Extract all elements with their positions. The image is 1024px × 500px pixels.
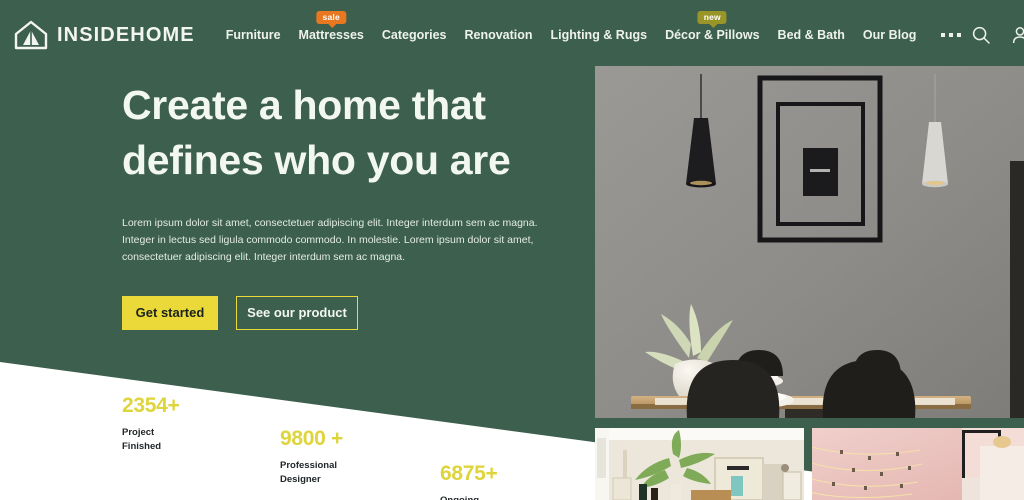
ellipsis-icon[interactable] [931, 27, 971, 43]
nav-item-label: Furniture [225, 28, 281, 42]
nav-item-mattresses[interactable]: sale Mattresses [290, 11, 373, 48]
stat-number: 2354+ [122, 394, 180, 417]
stat-number: 9800 + [280, 427, 344, 450]
nav-item-bed-bath[interactable]: Bed & Bath [769, 22, 854, 48]
house-logo-icon [14, 20, 48, 50]
brand-logo[interactable]: INSIDEHOME [14, 20, 195, 50]
nav-item-our-blog[interactable]: Our Blog [854, 22, 925, 48]
nav-item-label: Categories [381, 28, 447, 42]
stat-item: 2354+ Project Finished [122, 394, 180, 454]
stat-number: 6875+ [440, 462, 498, 485]
main-navigation: Furniture sale Mattresses Categories Ren… [217, 11, 972, 48]
sale-badge-label: sale [322, 12, 340, 22]
nav-item-lighting-rugs[interactable]: Lighting & Rugs [542, 22, 657, 48]
nav-item-categories[interactable]: Categories [373, 22, 456, 48]
nav-item-label: Bed & Bath [777, 28, 845, 42]
stats-section: 2354+ Project Finished 9800 + Profession… [0, 0, 600, 500]
nav-item-furniture[interactable]: Furniture [217, 22, 290, 48]
user-account-icon[interactable] [1010, 25, 1024, 45]
stat-label: Ongoing [440, 494, 497, 500]
brand-name: INSIDEHOME [57, 24, 195, 46]
thumbnail-image-right [812, 428, 1024, 500]
thumbnail-image-left [595, 428, 804, 500]
nav-item-decor-pillows[interactable]: new Décor & Pillows [656, 11, 768, 48]
new-badge: new [697, 11, 727, 28]
nav-item-label: Mattresses [298, 28, 364, 42]
nav-item-label: Our Blog [862, 28, 917, 42]
stat-label: Professional Designer [280, 460, 338, 485]
nav-item-label: Lighting & Rugs [550, 28, 648, 42]
new-badge-label: new [703, 12, 721, 22]
nav-item-label: Décor & Pillows [665, 28, 760, 42]
sale-badge: sale [316, 11, 346, 28]
nav-item-renovation[interactable]: Renovation [455, 22, 541, 48]
header-icon-group [971, 25, 1024, 45]
stat-label: Project Finished [122, 427, 162, 452]
stat-item: 9800 + Professional Designer [280, 427, 343, 487]
site-header: INSIDEHOME Furniture sale Mattresses Cat… [0, 0, 1024, 70]
search-icon[interactable] [971, 25, 991, 45]
nav-item-label: Renovation [464, 28, 533, 42]
stat-item: 6875+ Ongoing [440, 462, 498, 500]
hero-image [595, 66, 1024, 418]
page-root: INSIDEHOME Furniture sale Mattresses Cat… [0, 0, 1024, 500]
